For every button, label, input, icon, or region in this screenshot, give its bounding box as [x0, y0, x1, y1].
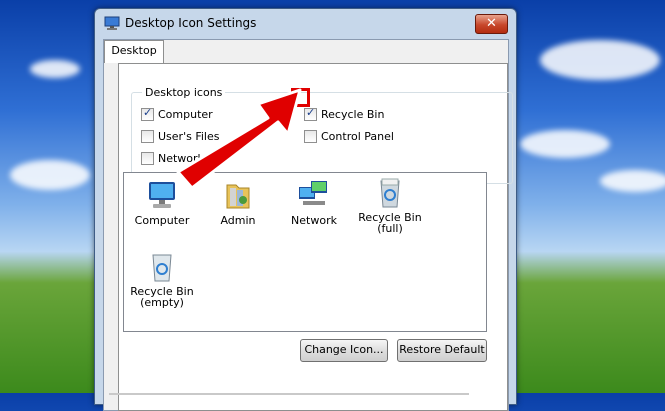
restore-default-button[interactable]: Restore Default: [397, 339, 487, 362]
desktop-icon-settings-dialog: Desktop Icon Settings ✕ Desktop Desktop …: [94, 8, 517, 411]
group-label: Desktop icons: [142, 86, 226, 99]
change-icon-button[interactable]: Change Icon...: [300, 339, 388, 362]
checkbox-computer[interactable]: ✓ Computer: [141, 106, 213, 121]
network-icon: [299, 181, 327, 205]
checkbox-label: Recycle Bin: [321, 108, 385, 121]
close-icon: ✕: [486, 16, 497, 31]
annotation-highlight-box: [291, 88, 310, 107]
background-cloud: [540, 40, 660, 80]
desktop-icon-list[interactable]: Computer Admin Network Recycle Bin (full…: [123, 172, 487, 332]
background-cloud: [30, 60, 80, 78]
user-folder-icon: [226, 184, 250, 209]
icon-label: Recycle Bin (full): [358, 211, 422, 235]
desktop-icons-group: Desktop icons ✓ Computer User's Files Ne…: [131, 86, 513, 184]
background-cloud: [520, 130, 610, 158]
check-icon: ✓: [143, 106, 153, 119]
divider: [109, 393, 469, 395]
background-cloud: [600, 170, 665, 192]
background-cloud: [10, 160, 90, 190]
desktop-settings-icon: [104, 16, 120, 30]
icon-label: Network: [291, 214, 337, 227]
tab-desktop[interactable]: Desktop: [104, 40, 164, 63]
checkbox-recycle-bin[interactable]: ✓ Recycle Bin: [304, 106, 385, 121]
check-icon: ✓: [306, 106, 316, 119]
checkbox-control-panel[interactable]: Control Panel: [304, 130, 394, 143]
checkbox-network[interactable]: Network: [141, 152, 204, 165]
icon-item-computer[interactable]: Computer: [126, 179, 198, 227]
icon-item-recycle-bin-full[interactable]: Recycle Bin (full): [354, 177, 426, 234]
checkbox-label: Control Panel: [321, 130, 394, 143]
checkbox-users-files[interactable]: User's Files: [141, 130, 219, 143]
icon-label: Computer: [134, 214, 190, 227]
checkbox-label: Computer: [158, 108, 213, 121]
dialog-title: Desktop Icon Settings: [125, 16, 257, 30]
title-bar[interactable]: Desktop Icon Settings ✕: [95, 9, 516, 37]
recycle-bin-empty-icon: [152, 254, 172, 282]
recycle-bin-full-icon: [380, 178, 400, 208]
icon-item-network[interactable]: Network: [278, 179, 350, 227]
checkbox-label: Network: [158, 152, 204, 165]
icon-item-admin[interactable]: Admin: [202, 179, 274, 227]
icon-item-recycle-bin-empty[interactable]: Recycle Bin (empty): [126, 251, 198, 308]
computer-icon: [149, 182, 175, 208]
close-button[interactable]: ✕: [475, 14, 508, 34]
icon-label: Admin: [220, 214, 256, 227]
icon-label: Recycle Bin (empty): [130, 285, 194, 309]
checkbox-label: User's Files: [158, 130, 220, 143]
